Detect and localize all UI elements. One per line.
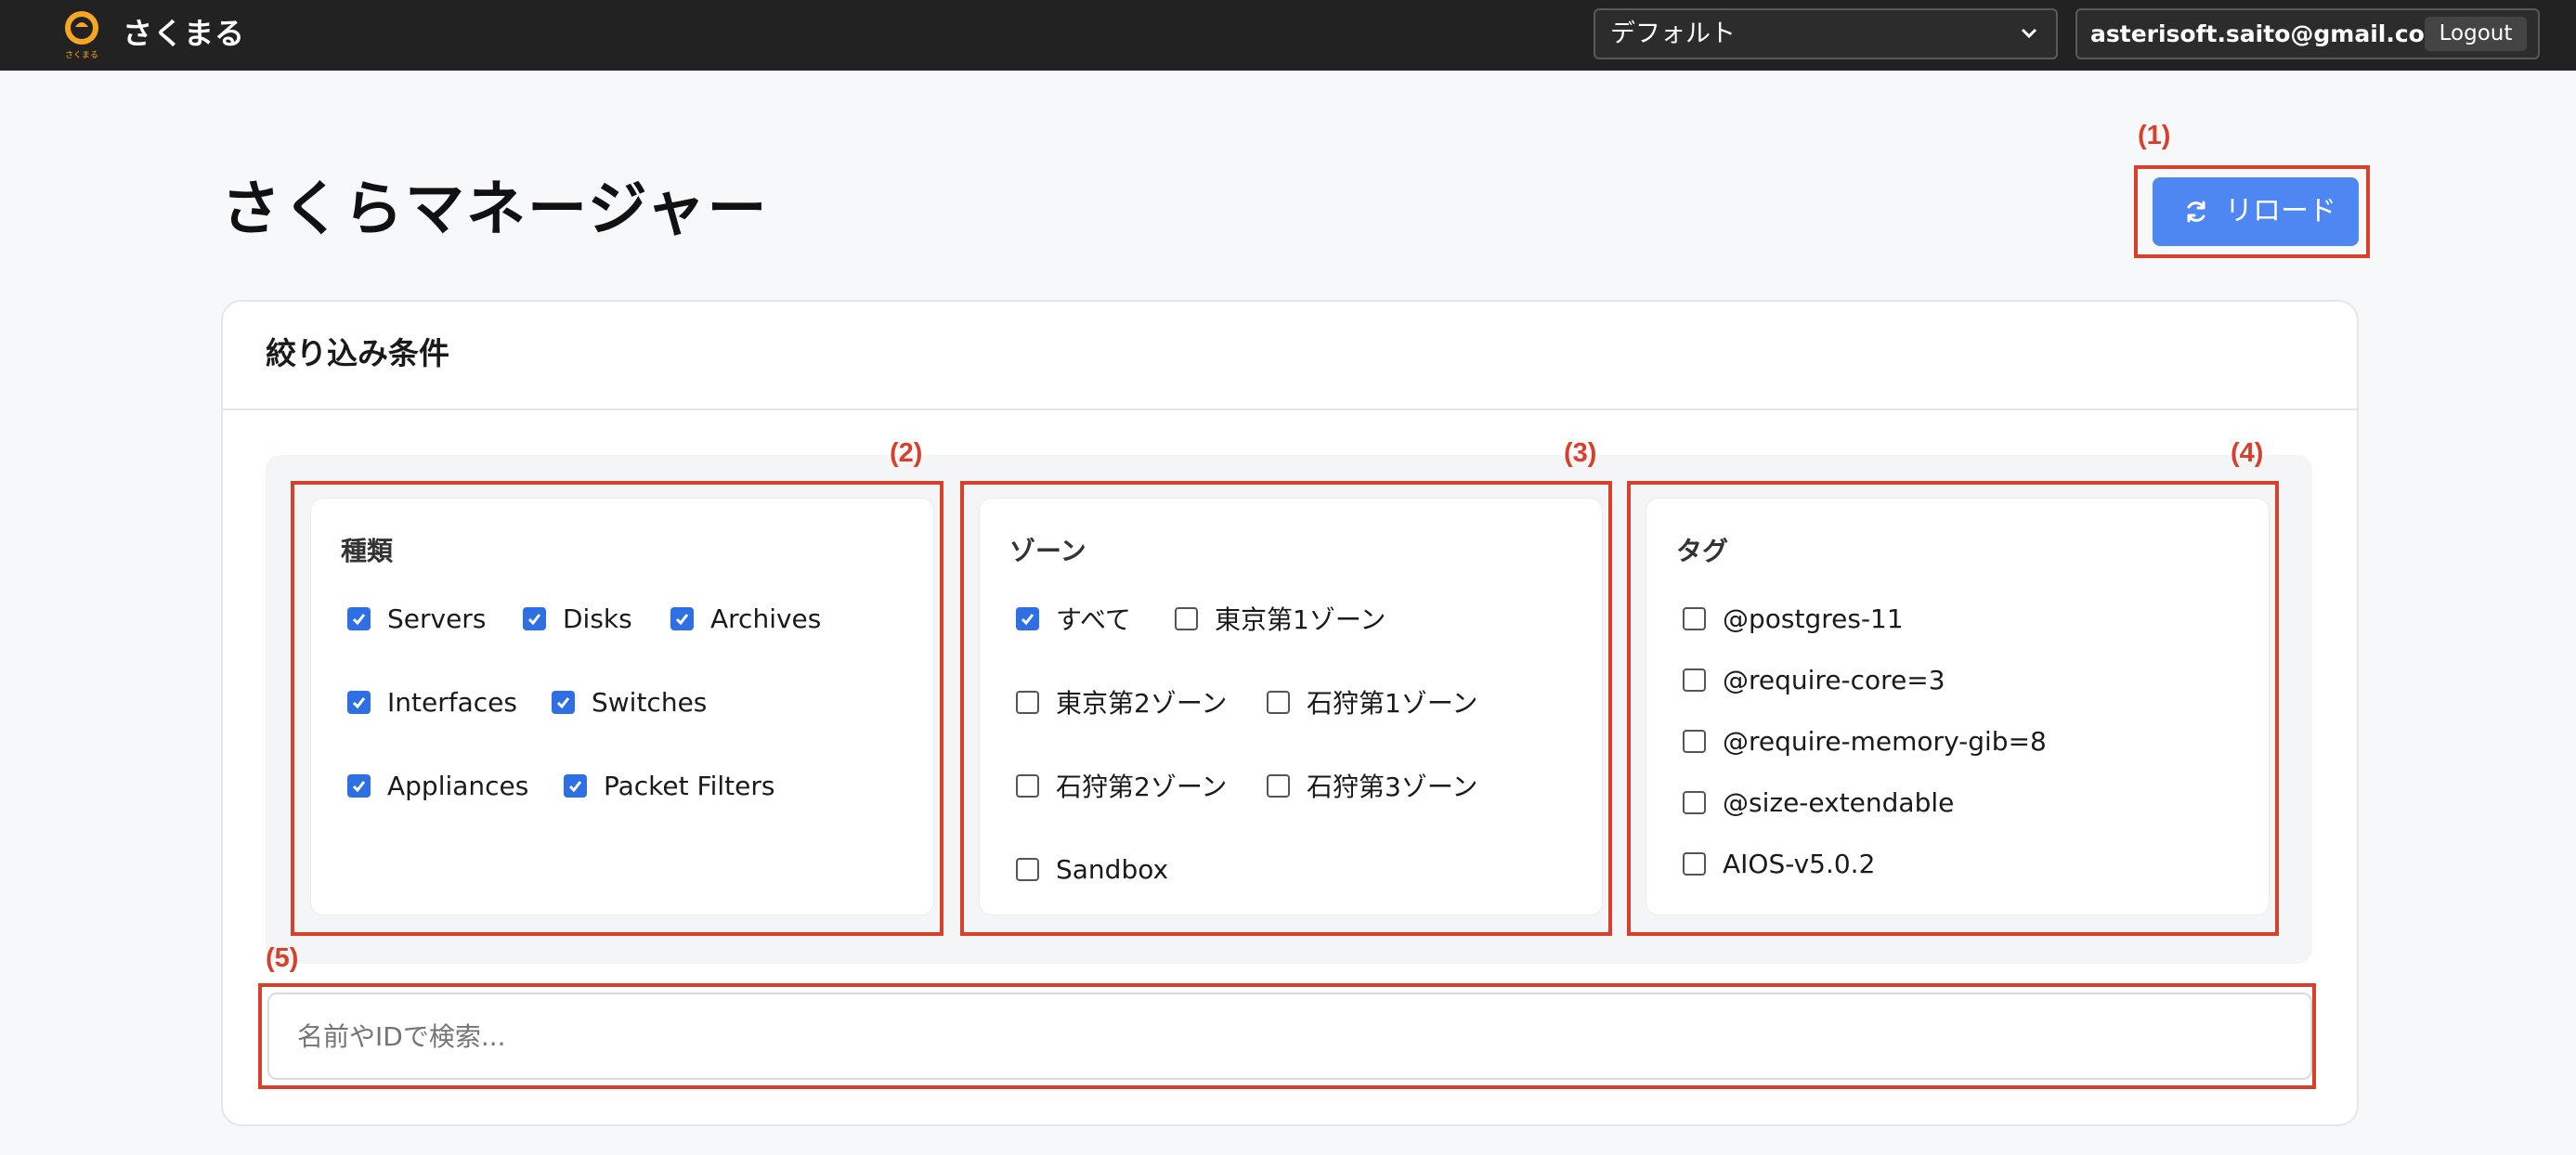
logo-icon[interactable]: さくまる	[60, 8, 103, 60]
annotation-label-3: (3)	[1564, 438, 1597, 468]
user-menu: asterisoft.saito@gmail.com Logout	[2075, 8, 2540, 59]
logo-caption: さくまる	[65, 50, 98, 60]
card-divider	[223, 409, 2357, 410]
annotation-label-4: (4)	[2231, 438, 2264, 468]
annotation-label-5: (5)	[266, 943, 299, 973]
annotation-box-2	[291, 481, 943, 936]
annotation-box-5	[258, 983, 2316, 1089]
top-navbar: さくまる さくまる デフォルト asterisoft.saito@gmail.c…	[0, 0, 2576, 71]
user-email: asterisoft.saito@gmail.com	[2090, 20, 2449, 47]
annotation-label-2: (2)	[890, 438, 923, 468]
page-title: さくらマネージャー	[221, 175, 769, 244]
annotation-label-1: (1)	[2138, 121, 2171, 150]
filter-card-title: 絞り込み条件	[266, 335, 449, 371]
environment-selected-value: デフォルト	[1610, 19, 1736, 48]
chevron-down-icon	[2019, 10, 2039, 58]
logout-button[interactable]: Logout	[2425, 17, 2527, 51]
annotation-box-4	[1627, 481, 2279, 936]
annotation-box-1	[2134, 165, 2370, 258]
annotation-box-3	[960, 481, 1612, 936]
environment-select[interactable]: デフォルト	[1594, 8, 2058, 59]
brand-name[interactable]: さくまる	[123, 13, 245, 54]
